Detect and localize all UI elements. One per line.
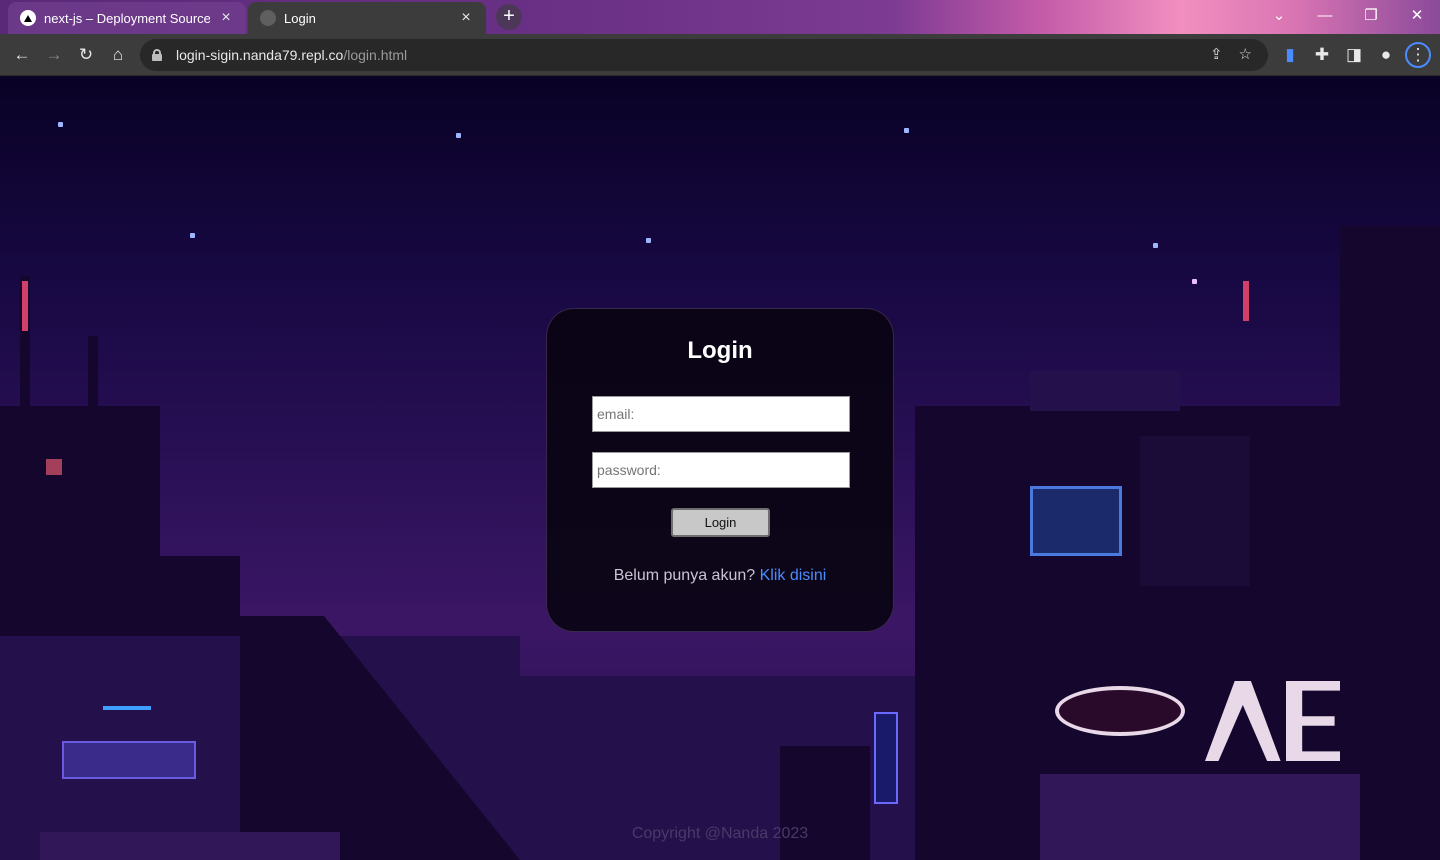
minimize-icon[interactable]: — xyxy=(1302,0,1348,30)
login-card: Login Login Belum punya akun? Klik disin… xyxy=(546,308,894,632)
building-windows xyxy=(1140,436,1250,586)
close-tab-icon[interactable]: × xyxy=(218,9,234,27)
email-input[interactable] xyxy=(592,396,850,432)
star-decoration xyxy=(1153,243,1158,248)
page-background: Login Login Belum punya akun? Klik disin… xyxy=(0,76,1440,860)
neon-light xyxy=(46,459,62,475)
building-roof xyxy=(1030,371,1180,411)
menu-kebab-icon[interactable]: ⋮ xyxy=(1405,42,1431,68)
share-icon[interactable]: ⇪ xyxy=(1210,45,1223,63)
vercel-icon xyxy=(20,10,36,26)
url-path: /login.html xyxy=(343,47,408,63)
tab-title: Login xyxy=(284,10,316,26)
signup-link[interactable]: Klik disini xyxy=(760,567,827,584)
url-host: login-sigin.nanda79.repl.co xyxy=(176,47,344,63)
eye-emblem xyxy=(1055,686,1185,736)
signup-prompt: Belum punya akun? xyxy=(613,567,756,584)
star-decoration xyxy=(1192,279,1197,284)
globe-icon xyxy=(260,10,276,26)
extension-docs-icon[interactable]: ▮ xyxy=(1277,42,1303,68)
home-icon[interactable]: ⌂ xyxy=(105,42,131,68)
neon-sign xyxy=(62,741,196,779)
tab-strip: next-js – Deployment Source × Login × + … xyxy=(0,0,1440,34)
tab-login[interactable]: Login × xyxy=(248,2,486,34)
star-decoration xyxy=(456,133,461,138)
star-decoration xyxy=(646,238,651,243)
z-neon-sign xyxy=(1030,486,1122,556)
close-window-icon[interactable]: ✕ xyxy=(1394,0,1440,30)
antenna-silhouette xyxy=(88,336,98,416)
profile-avatar-icon[interactable]: ● xyxy=(1373,42,1399,68)
building-silhouette xyxy=(1040,774,1360,860)
password-input[interactable] xyxy=(592,452,850,488)
neon-light xyxy=(1243,281,1249,321)
neon-strip xyxy=(103,706,151,710)
star-decoration xyxy=(904,128,909,133)
forward-icon[interactable]: → xyxy=(41,42,67,68)
login-button[interactable]: Login xyxy=(671,508,770,537)
neon-light xyxy=(22,281,28,331)
tab-title: next-js – Deployment Source xyxy=(44,10,210,26)
neon-sign xyxy=(874,712,898,804)
extensions-puzzle-icon[interactable]: ✚ xyxy=(1309,42,1335,68)
star-decoration xyxy=(58,122,63,127)
tower-silhouette xyxy=(1340,226,1440,860)
tab-next-js[interactable]: next-js – Deployment Source × xyxy=(8,2,246,34)
restore-icon[interactable]: ❐ xyxy=(1348,0,1394,30)
tab-search-icon[interactable]: ⌄ xyxy=(1256,0,1302,30)
reload-icon[interactable]: ↻ xyxy=(73,42,99,68)
login-title: Login xyxy=(687,337,753,364)
bookmark-star-icon[interactable]: ☆ xyxy=(1239,45,1252,63)
back-icon[interactable]: ← xyxy=(9,42,35,68)
new-tab-button[interactable]: + xyxy=(496,4,522,30)
signup-prompt-row: Belum punya akun? Klik disini xyxy=(547,567,893,585)
lock-icon[interactable] xyxy=(152,49,162,61)
copyright-footer: Copyright @Nanda 2023 xyxy=(631,825,809,842)
browser-toolbar: ← → ↻ ⌂ login-sigin.nanda79.repl.co/logi… xyxy=(0,34,1440,76)
star-decoration xyxy=(190,233,195,238)
side-panel-icon[interactable]: ◨ xyxy=(1341,42,1367,68)
address-bar[interactable]: login-sigin.nanda79.repl.co/login.html ⇪… xyxy=(140,39,1268,71)
close-tab-icon[interactable]: × xyxy=(458,9,474,27)
